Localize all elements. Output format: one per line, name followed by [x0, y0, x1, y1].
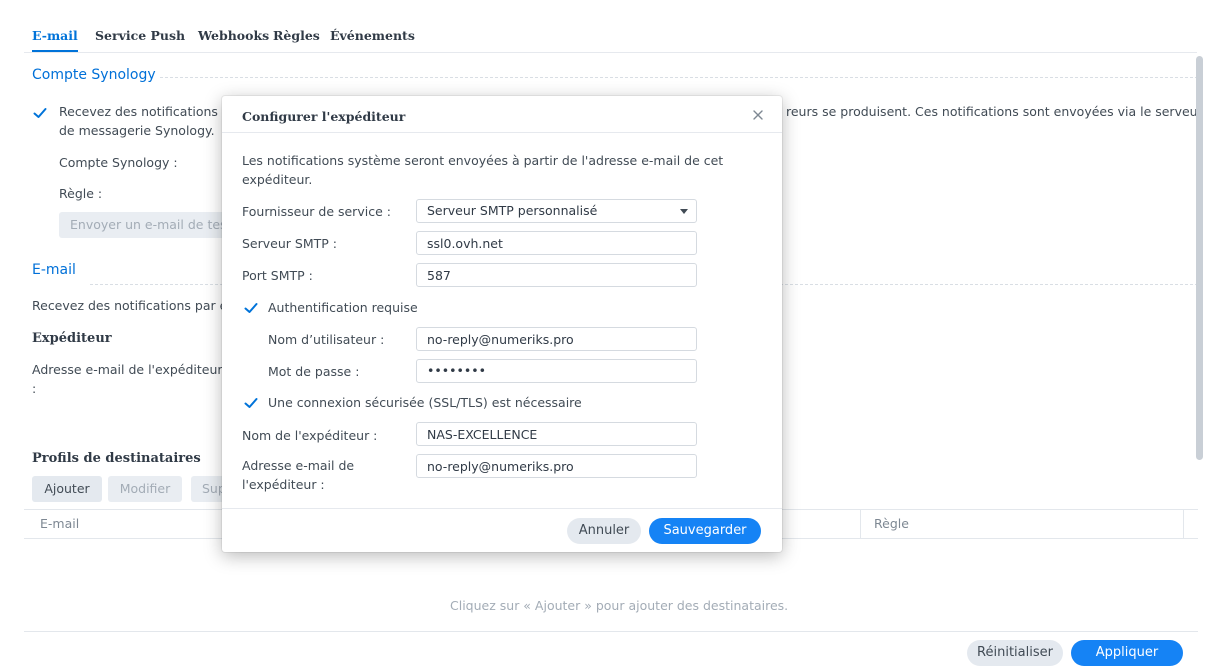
sender-email-input[interactable]	[416, 454, 697, 478]
auth-required-label: Authentification requise	[268, 300, 418, 315]
smtp-port-input[interactable]	[416, 263, 697, 287]
provider-select-value: Serveur SMTP personnalisé	[427, 203, 598, 218]
save-button[interactable]: Sauvegarder	[649, 518, 761, 544]
username-input[interactable]	[416, 327, 697, 351]
sender-email-label-line2: l'expéditeur :	[242, 477, 325, 492]
smtp-port-label: Port SMTP :	[242, 268, 313, 283]
password-input-value: ••••••••	[427, 363, 486, 378]
provider-label: Fournisseur de service :	[242, 204, 391, 219]
auth-required-checkbox[interactable]	[244, 301, 258, 315]
dialog-header-divider	[222, 132, 782, 133]
smtp-server-label: Serveur SMTP :	[242, 236, 337, 251]
chevron-down-icon	[680, 209, 688, 214]
username-label: Nom d’utilisateur :	[268, 332, 385, 347]
ssl-required-label: Une connexion sécurisée (SSL/TLS) est né…	[268, 395, 582, 410]
password-input[interactable]: ••••••••	[416, 359, 697, 383]
password-label: Mot de passe :	[268, 364, 360, 379]
dialog-title: Configurer l'expéditeur	[242, 109, 406, 124]
smtp-server-input[interactable]	[416, 231, 697, 255]
provider-select[interactable]: Serveur SMTP personnalisé	[416, 199, 697, 223]
dialog-footer-divider	[222, 508, 782, 509]
sender-email-label: Adresse e-mail de	[242, 458, 355, 473]
dialog-intro-line2: expéditeur.	[242, 172, 313, 187]
close-icon[interactable]	[748, 105, 768, 125]
sender-name-label: Nom de l'expéditeur :	[242, 428, 378, 443]
dialog-intro-line1: Les notifications système seront envoyée…	[242, 153, 724, 168]
ssl-required-checkbox[interactable]	[244, 396, 258, 410]
cancel-button[interactable]: Annuler	[567, 518, 641, 544]
sender-name-input[interactable]	[416, 422, 697, 446]
configure-sender-dialog: Configurer l'expéditeur Les notification…	[222, 96, 782, 552]
